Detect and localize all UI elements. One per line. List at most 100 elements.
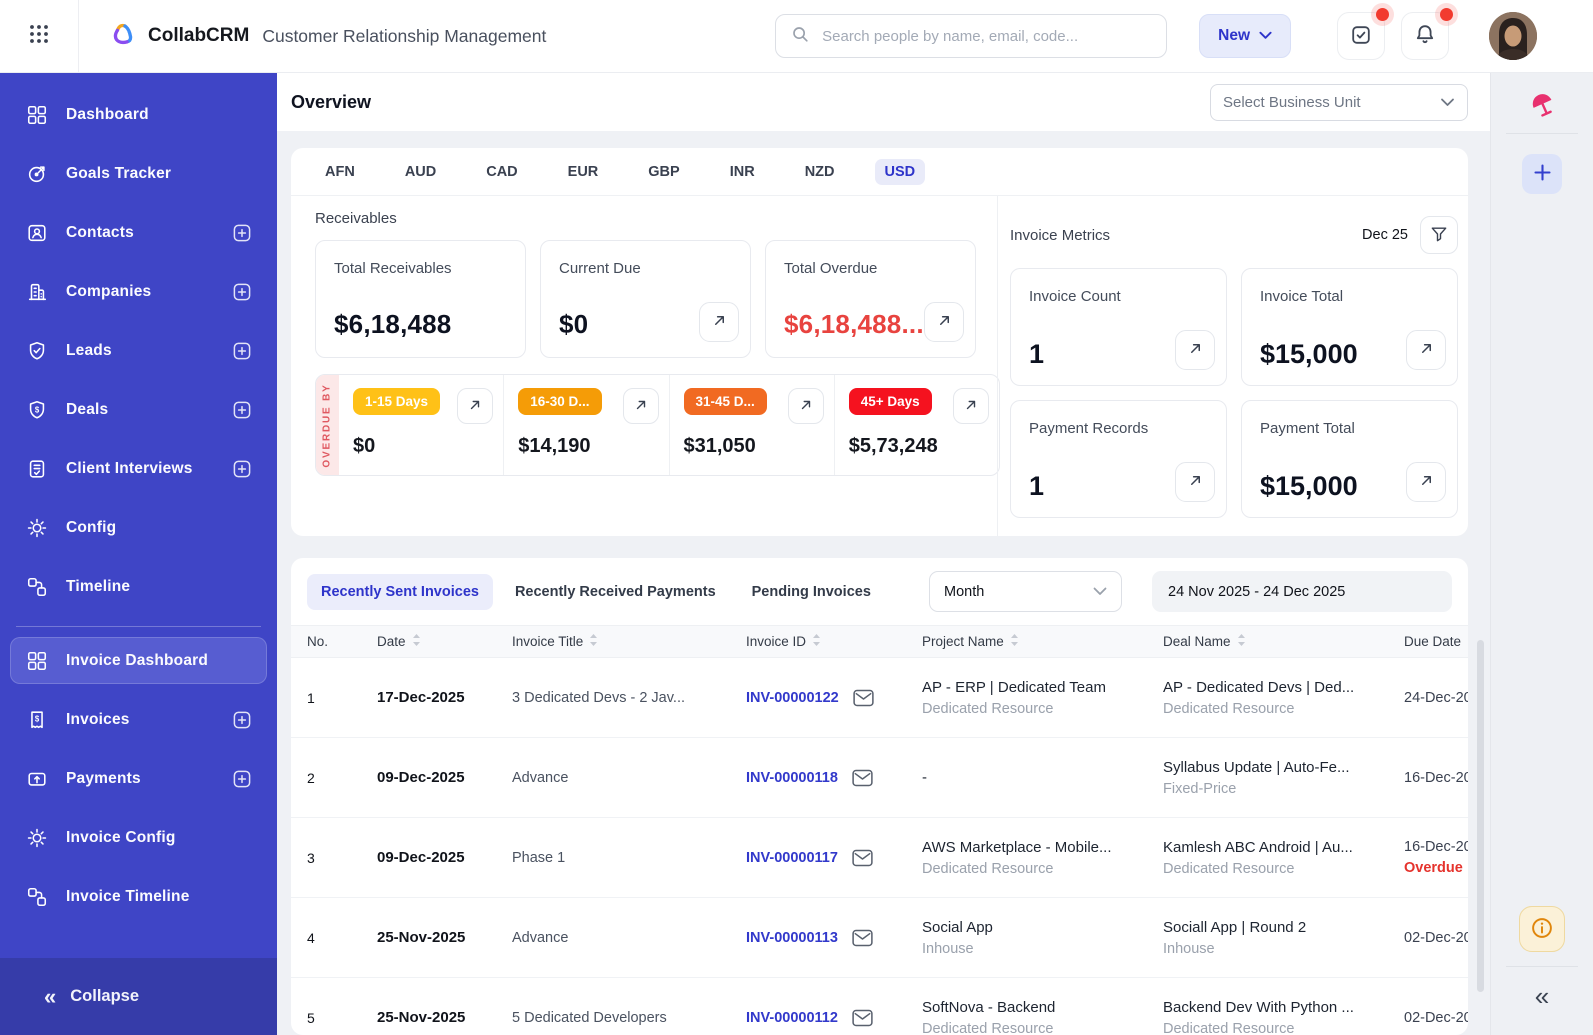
rail-collapse-button[interactable]: « [1535,983,1549,1009]
envelope-icon[interactable] [851,1008,874,1028]
rail-info-button[interactable] [1519,906,1565,952]
add-square-icon[interactable] [233,770,251,788]
sidebar-item-client-interviews[interactable]: Client Interviews [0,439,277,498]
sidebar-item-companies[interactable]: Companies [0,262,277,321]
tasks-button[interactable] [1337,8,1389,60]
sidebar-item-invoices[interactable]: $ Invoices [0,690,277,749]
svg-text:$: $ [35,405,40,414]
sort-icon[interactable] [589,633,598,650]
open-detail-button[interactable] [699,302,739,342]
invoice-id-link[interactable]: INV-00000113 [746,930,838,946]
tab-recently-received-payments[interactable]: Recently Received Payments [501,574,730,610]
invoice-id-link[interactable]: INV-00000117 [746,850,838,866]
open-detail-button[interactable] [953,388,989,424]
table-row[interactable]: 2 09-Dec-2025 Advance INV-00000118 - Syl… [291,738,1468,818]
open-detail-button[interactable] [1175,462,1215,502]
add-square-icon[interactable] [233,224,251,242]
add-square-icon[interactable] [233,283,251,301]
column-header-project-name[interactable]: Project Name [922,633,1163,650]
open-detail-button[interactable] [1175,330,1215,370]
column-header-invoice-title[interactable]: Invoice Title [512,633,746,650]
new-button-label: New [1218,27,1250,44]
target-icon [26,163,48,185]
sort-icon[interactable] [412,633,421,650]
new-button[interactable]: New [1199,14,1291,58]
sidebar-item-dashboard[interactable]: Dashboard [0,85,277,144]
sort-icon[interactable] [812,633,821,650]
user-avatar[interactable] [1489,12,1537,60]
sort-icon[interactable] [1010,633,1019,650]
collapse-left-icon: « [44,983,57,1009]
invoice-id-link[interactable]: INV-00000122 [746,690,839,706]
metric-card-invoice-count: Invoice Count 1 [1010,268,1227,386]
scrollbar-thumb[interactable] [1477,640,1484,992]
sidebar-item-payments[interactable]: Payments [0,749,277,808]
metrics-filter-button[interactable] [1420,216,1458,254]
sidebar-item-invoice-timeline[interactable]: Invoice Timeline [0,867,277,926]
currency-tab-aud[interactable]: AUD [395,159,446,185]
deal-type: Dedicated Resource [1163,700,1295,717]
invoice-id-link[interactable]: INV-00000112 [746,1010,838,1026]
notifications-button[interactable] [1401,8,1453,60]
currency-tab-inr[interactable]: INR [720,159,765,185]
table-row[interactable]: 4 25-Nov-2025 Advance INV-00000113 Socia… [291,898,1468,978]
envelope-icon[interactable] [852,688,875,708]
sidebar-item-timeline[interactable]: Timeline [0,557,277,616]
open-detail-button[interactable] [1406,462,1446,502]
tab-pending-invoices[interactable]: Pending Invoices [738,574,885,610]
card-value: $6,18,488 [334,309,452,339]
cell-invoice-title: 5 Dedicated Developers [512,1009,667,1026]
column-header-invoice-id[interactable]: Invoice ID [746,633,922,650]
envelope-icon[interactable] [851,928,874,948]
sidebar-item-goals-tracker[interactable]: Goals Tracker [0,144,277,203]
sidebar-item-invoice-config[interactable]: Invoice Config [0,808,277,867]
table-row[interactable]: 5 25-Nov-2025 5 Dedicated Developers INV… [291,978,1468,1035]
table-row[interactable]: 3 09-Dec-2025 Phase 1 INV-00000117 AWS M… [291,818,1468,898]
sidebar-item-invoice-dashboard[interactable]: Invoice Dashboard [10,637,267,684]
invoice-id-link[interactable]: INV-00000118 [746,770,838,786]
sidebar-item-config[interactable]: Config [0,498,277,557]
open-detail-button[interactable] [787,388,824,424]
umbrella-icon[interactable] [1527,89,1557,119]
add-square-icon[interactable] [233,401,251,419]
column-label: Project Name [922,634,1004,649]
column-header-deal-name[interactable]: Deal Name [1163,633,1404,650]
currency-tab-nzd[interactable]: NZD [795,159,845,185]
search-input[interactable] [820,26,1153,46]
sidebar-item-leads[interactable]: Leads [0,321,277,380]
business-unit-select[interactable]: Select Business Unit [1210,83,1468,121]
currency-tab-eur[interactable]: EUR [558,159,609,185]
page-topbar: Overview Select Business Unit [277,73,1490,131]
open-detail-button[interactable] [457,388,494,424]
cell-deal-name: Sociall App | Round 2 Inhouse [1163,919,1404,957]
sidebar-item-deals[interactable]: $ Deals [0,380,277,439]
column-header-date[interactable]: Date [377,633,512,650]
currency-tab-afn[interactable]: AFN [315,159,365,185]
cell-no: 1 [307,689,315,706]
envelope-icon[interactable] [851,768,874,788]
tab-recently-sent-invoices[interactable]: Recently Sent Invoices [307,573,493,610]
currency-tab-gbp[interactable]: GBP [638,159,689,185]
envelope-icon[interactable] [851,848,874,868]
open-detail-button[interactable] [924,302,964,342]
global-search[interactable] [775,14,1168,58]
table-row[interactable]: 1 17-Dec-2025 3 Dedicated Devs - 2 Jav..… [291,658,1468,738]
cell-no: 3 [307,849,315,866]
grid-menu-button[interactable] [0,0,79,72]
open-detail-button[interactable] [1406,330,1446,370]
sidebar-collapse-button[interactable]: « Collapse [0,958,277,1035]
arrow-up-right-icon [1188,341,1203,359]
add-square-icon[interactable] [233,460,251,478]
currency-tab-cad[interactable]: CAD [476,159,527,185]
currency-tab-usd[interactable]: USD [874,158,926,185]
add-square-icon[interactable] [233,342,251,360]
date-range-field[interactable]: 24 Nov 2025 - 24 Dec 2025 [1152,571,1452,612]
open-detail-button[interactable] [622,388,659,424]
sidebar-item-label: Goals Tracker [66,164,172,182]
sort-icon[interactable] [1237,633,1246,650]
add-square-icon[interactable] [233,711,251,729]
period-select[interactable]: Month [929,571,1122,612]
invoice-metrics-title: Invoice Metrics [1010,226,1111,244]
rail-add-button[interactable] [1522,154,1562,194]
sidebar-item-contacts[interactable]: Contacts [0,203,277,262]
